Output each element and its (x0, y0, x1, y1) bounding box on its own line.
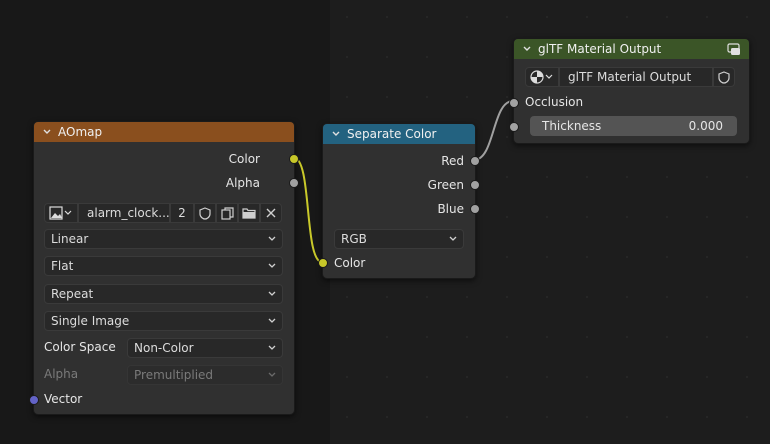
image-name-field[interactable]: alarm_clock... (78, 203, 170, 223)
color-space-dropdown[interactable]: Non-Color (127, 338, 283, 358)
output-color-socket[interactable] (289, 154, 299, 164)
color-space-label: Color Space (44, 340, 116, 354)
alpha-mode-dropdown: Premultiplied (127, 365, 283, 385)
output-alpha-label: Alpha (225, 176, 260, 190)
duplicate-icon (220, 206, 234, 220)
shield-icon (199, 206, 211, 220)
chevron-down-icon (267, 315, 277, 329)
chevron-down-icon (267, 369, 277, 383)
unlink-image-button[interactable] (260, 203, 282, 223)
separate-color-node[interactable]: Separate Color Red Green Blue RGB Color (318, 123, 480, 279)
source-dropdown[interactable]: Single Image (44, 311, 283, 331)
node-editor-canvas[interactable]: AOmap Color Alpha alarm_clock... 2 Linea… (0, 0, 770, 444)
node-group-selector: glTF Material Output (525, 67, 735, 89)
chevron-down-icon (267, 342, 277, 356)
node-header[interactable]: AOmap (34, 122, 294, 142)
interpolation-dropdown[interactable]: Linear (44, 229, 283, 249)
image-icon (49, 206, 72, 220)
output-blue-label: Blue (437, 202, 464, 216)
image-selector: alarm_clock... 2 (44, 203, 282, 225)
node-header[interactable]: Separate Color (323, 124, 475, 144)
shield-icon (718, 70, 730, 84)
input-color-socket[interactable] (318, 258, 328, 268)
link-separate-red-to-gltf-occlusion[interactable] (473, 100, 514, 161)
input-thickness-socket[interactable] (509, 122, 519, 132)
output-red-socket[interactable] (470, 156, 480, 166)
output-green-socket[interactable] (470, 180, 480, 190)
node-tree-icon[interactable] (727, 42, 741, 59)
mode-dropdown[interactable]: RGB (334, 229, 464, 249)
link-aomap-color-to-separate-color[interactable] (293, 157, 323, 263)
folder-icon (242, 208, 256, 219)
gltf-material-output-node[interactable]: glTF Material Output glTF Material Outpu… (509, 38, 750, 144)
fake-user-button[interactable] (713, 67, 735, 87)
fake-user-button[interactable] (194, 203, 216, 223)
chevron-down-icon[interactable] (42, 127, 52, 137)
output-color-label: Color (228, 152, 260, 166)
input-vector-label: Vector (44, 392, 83, 406)
input-vector-socket[interactable] (29, 395, 39, 405)
thickness-value: 0.000 (688, 119, 723, 133)
close-icon (266, 208, 276, 218)
group-name-field[interactable]: glTF Material Output (559, 67, 713, 87)
input-color-label: Color (334, 256, 366, 270)
output-red-label: Red (441, 154, 464, 168)
node-title: Separate Color (347, 127, 437, 141)
chevron-down-icon[interactable] (331, 129, 341, 139)
render-icon (530, 70, 553, 84)
output-blue-socket[interactable] (470, 204, 480, 214)
chevron-down-icon (267, 233, 277, 247)
chevron-down-icon (267, 288, 277, 302)
open-image-button[interactable] (238, 203, 260, 223)
duplicate-image-button[interactable] (216, 203, 238, 223)
alpha-mode-label: Alpha (44, 367, 79, 381)
chevron-down-icon[interactable] (522, 44, 532, 54)
image-users-count[interactable]: 2 (170, 203, 194, 223)
image-browse-button[interactable] (44, 203, 78, 223)
node-title: glTF Material Output (538, 42, 662, 56)
node-header[interactable]: glTF Material Output (514, 39, 749, 59)
input-occlusion-socket[interactable] (509, 98, 519, 108)
thickness-field[interactable]: Thickness 0.000 (530, 116, 737, 136)
image-texture-node[interactable]: AOmap Color Alpha alarm_clock... 2 Linea… (29, 121, 299, 415)
thickness-label: Thickness (542, 119, 602, 133)
input-occlusion-label: Occlusion (525, 95, 584, 109)
output-alpha-socket[interactable] (289, 178, 299, 188)
output-green-label: Green (427, 178, 464, 192)
chevron-down-icon (448, 233, 458, 247)
group-browse-button[interactable] (525, 67, 559, 87)
projection-dropdown[interactable]: Flat (44, 256, 283, 276)
chevron-down-icon (267, 260, 277, 274)
extension-dropdown[interactable]: Repeat (44, 284, 283, 304)
node-title: AOmap (58, 125, 103, 139)
